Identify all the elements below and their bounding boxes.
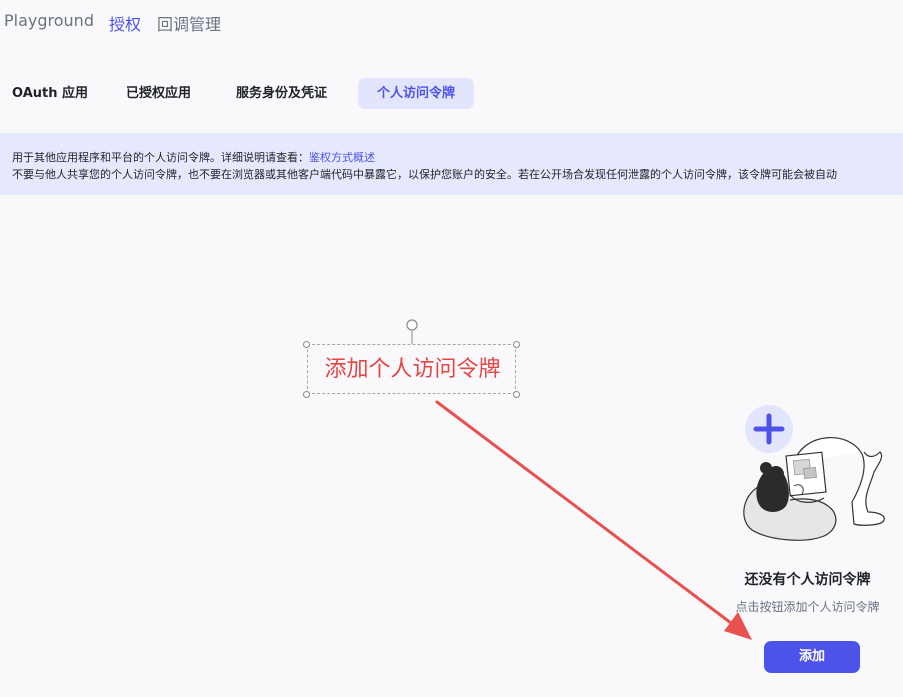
tab-personal-access-tokens[interactable]: 个人访问令牌	[358, 78, 474, 109]
auth-overview-link[interactable]: 鉴权方式概述	[309, 151, 375, 164]
red-arrow-shaft	[435, 400, 737, 628]
tab-oauth-apps[interactable]: OAuth 应用	[12, 78, 88, 109]
info-banner-line-2: 不要与他人共享您的个人访问令牌，也不要在浏览器或其他客户端代码中暴露它，以保护您…	[12, 168, 837, 181]
add-token-button[interactable]: 添加	[764, 641, 860, 673]
resize-handle-top-left	[303, 341, 310, 348]
info-banner-line-1: 用于其他应用程序和平台的个人访问令牌。详细说明请查看：鉴权方式概述	[12, 149, 903, 166]
tab-service-identity[interactable]: 服务身份及凭证	[236, 78, 327, 109]
annotation-text: 添加个人访问令牌	[324, 357, 501, 382]
top-nav-callback-management[interactable]: 回调管理	[157, 11, 221, 35]
person-with-laptop-plus-icon	[743, 405, 885, 541]
info-banner-text: 用于其他应用程序和平台的个人访问令牌。详细说明请查看：	[12, 151, 309, 164]
top-nav-playground[interactable]: Playground	[4, 11, 94, 30]
resize-handle-bottom-right	[513, 391, 520, 398]
auth-tabs: OAuth 应用 已授权应用 服务身份及凭证 个人访问令牌	[0, 78, 903, 110]
annotation-text-box: 添加个人访问令牌	[307, 344, 516, 394]
resize-handle-bottom-left	[303, 391, 310, 398]
empty-state-description: 点击按钮添加个人访问令牌	[735, 600, 880, 614]
top-nav-auth[interactable]: 授权	[109, 11, 141, 35]
rotation-handle	[406, 319, 418, 331]
info-banner: 用于其他应用程序和平台的个人访问令牌。详细说明请查看：鉴权方式概述 不要与他人共…	[0, 133, 903, 195]
empty-state-title: 还没有个人访问令牌	[744, 572, 871, 588]
tab-authorized-apps[interactable]: 已授权应用	[126, 78, 191, 109]
top-nav: Playground 授权 回调管理	[0, 0, 903, 44]
resize-handle-top-right	[513, 341, 520, 348]
red-arrow-head	[724, 612, 752, 640]
